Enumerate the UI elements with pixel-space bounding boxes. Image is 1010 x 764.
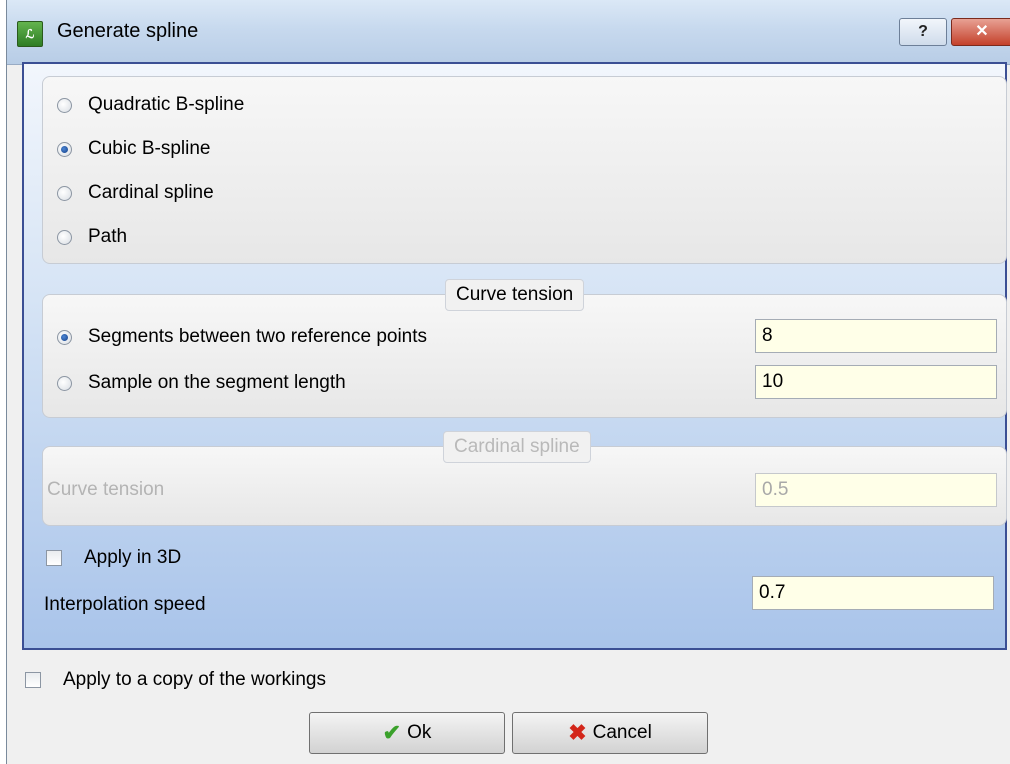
radio-path[interactable]: Path: [57, 223, 127, 251]
radio-label: Cubic B-spline: [88, 138, 211, 159]
radio-icon-selected[interactable]: [57, 329, 72, 345]
radio-label: Cardinal spline: [88, 182, 214, 203]
checkbox-icon[interactable]: [46, 550, 62, 566]
title-bar[interactable]: ℒ Generate spline ? ✕: [7, 0, 1010, 65]
generate-spline-dialog: ℒ Generate spline ? ✕ Quadratic B-spline…: [6, 0, 1010, 764]
app-icon: ℒ: [17, 21, 43, 47]
segments-input[interactable]: 8: [755, 319, 997, 353]
spline-type-group: Quadratic B-spline Cubic B-spline Cardin…: [42, 76, 1007, 264]
group-title: Cardinal spline: [443, 431, 591, 463]
segments-label: Segments between two reference points: [88, 326, 428, 347]
options-panel: Quadratic B-spline Cubic B-spline Cardin…: [22, 62, 1007, 650]
window-title: Generate spline: [57, 20, 199, 42]
radio-icon[interactable]: [57, 185, 72, 201]
radio-label: Path: [88, 226, 128, 247]
ok-button[interactable]: ✔ Ok: [309, 712, 505, 754]
radio-icon[interactable]: [57, 97, 72, 113]
radio-sample-length[interactable]: Sample on the segment length: [57, 369, 346, 397]
radio-icon[interactable]: [57, 229, 72, 245]
cancel-button[interactable]: ✖ Cancel: [512, 712, 708, 754]
ok-label: Ok: [407, 722, 432, 743]
apply-copy-label: Apply to a copy of the workings: [63, 669, 326, 690]
interpolation-input[interactable]: 0.7: [752, 576, 994, 610]
apply-copy-checkbox[interactable]: Apply to a copy of the workings: [25, 666, 326, 694]
radio-icon-selected[interactable]: [57, 141, 72, 157]
curve-tension-group: Curve tension Segments between two refer…: [42, 279, 1007, 418]
cardinal-tension-label: Curve tension: [47, 479, 165, 500]
apply-3d-label: Apply in 3D: [84, 547, 182, 568]
sample-label: Sample on the segment length: [88, 372, 346, 393]
help-button[interactable]: ?: [899, 18, 947, 46]
cardinal-tension-input: 0.5: [755, 473, 997, 507]
checkmark-icon: ✔: [382, 720, 402, 745]
group-title: Curve tension: [445, 279, 585, 311]
radio-label: Quadratic B-spline: [88, 94, 245, 115]
radio-icon[interactable]: [57, 375, 72, 391]
apply-3d-checkbox[interactable]: Apply in 3D: [46, 544, 181, 572]
radio-quadratic-bspline[interactable]: Quadratic B-spline: [57, 91, 244, 119]
sample-input[interactable]: 10: [755, 365, 997, 399]
cancel-label: Cancel: [592, 722, 652, 743]
radio-cardinal-spline[interactable]: Cardinal spline: [57, 179, 214, 207]
interpolation-label: Interpolation speed: [44, 594, 206, 615]
checkbox-icon[interactable]: [25, 672, 41, 688]
cross-icon: ✖: [568, 720, 587, 745]
close-button[interactable]: ✕: [951, 18, 1010, 46]
radio-segments[interactable]: Segments between two reference points: [57, 323, 427, 351]
cardinal-spline-group: Cardinal spline Curve tension 0.5: [42, 431, 1007, 526]
radio-cubic-bspline[interactable]: Cubic B-spline: [57, 135, 211, 163]
